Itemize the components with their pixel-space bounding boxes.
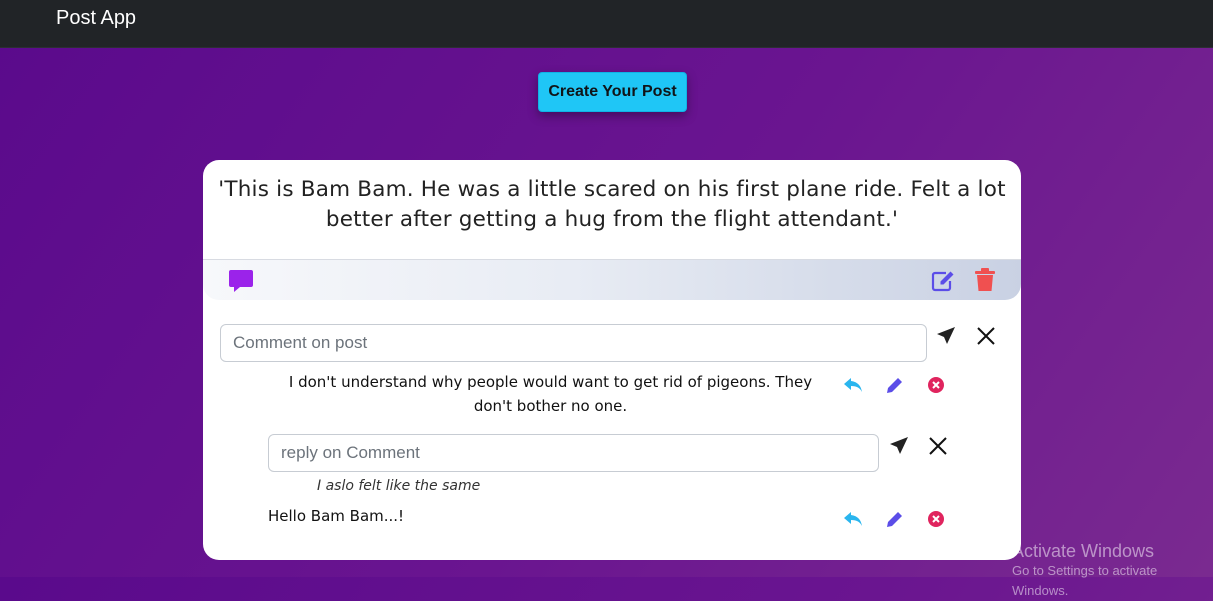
send-reply-icon[interactable] bbox=[889, 436, 909, 455]
post-actions-bar bbox=[203, 259, 1021, 300]
navbar: Post App bbox=[0, 0, 1213, 48]
delete-comment-icon[interactable] bbox=[928, 377, 944, 393]
reply-input[interactable] bbox=[268, 434, 879, 472]
comment-icon[interactable] bbox=[228, 269, 254, 293]
post-text: 'This is Bam Bam. He was a little scared… bbox=[218, 177, 1006, 232]
reply-text: I aslo felt like the same bbox=[317, 478, 481, 494]
edit-icon[interactable] bbox=[931, 270, 955, 292]
comment-text: I don't understand why people would want… bbox=[288, 373, 813, 415]
edit-comment-icon[interactable] bbox=[886, 376, 904, 394]
comment-text: Hello Bam Bam...! bbox=[268, 507, 405, 525]
watermark-title: Activate Windows bbox=[1012, 541, 1155, 561]
edit-comment-icon[interactable] bbox=[886, 510, 904, 528]
create-post-button[interactable]: Create Your Post bbox=[538, 72, 687, 112]
watermark-subtitle: Go to Settings to activate Windows. bbox=[1012, 563, 1158, 598]
activate-windows-watermark: Activate Windows Go to Settings to activ… bbox=[1012, 541, 1213, 601]
reply-icon[interactable] bbox=[843, 511, 863, 527]
send-comment-icon[interactable] bbox=[936, 326, 956, 345]
comment-input[interactable] bbox=[220, 324, 927, 362]
app-title[interactable]: Post App bbox=[56, 7, 136, 30]
post-card: 'This is Bam Bam. He was a little scared… bbox=[203, 160, 1021, 560]
trash-icon[interactable] bbox=[975, 268, 995, 292]
close-comment-icon[interactable] bbox=[977, 327, 995, 345]
delete-comment-icon[interactable] bbox=[928, 511, 944, 527]
reply-icon[interactable] bbox=[843, 377, 863, 393]
close-reply-icon[interactable] bbox=[929, 437, 947, 455]
